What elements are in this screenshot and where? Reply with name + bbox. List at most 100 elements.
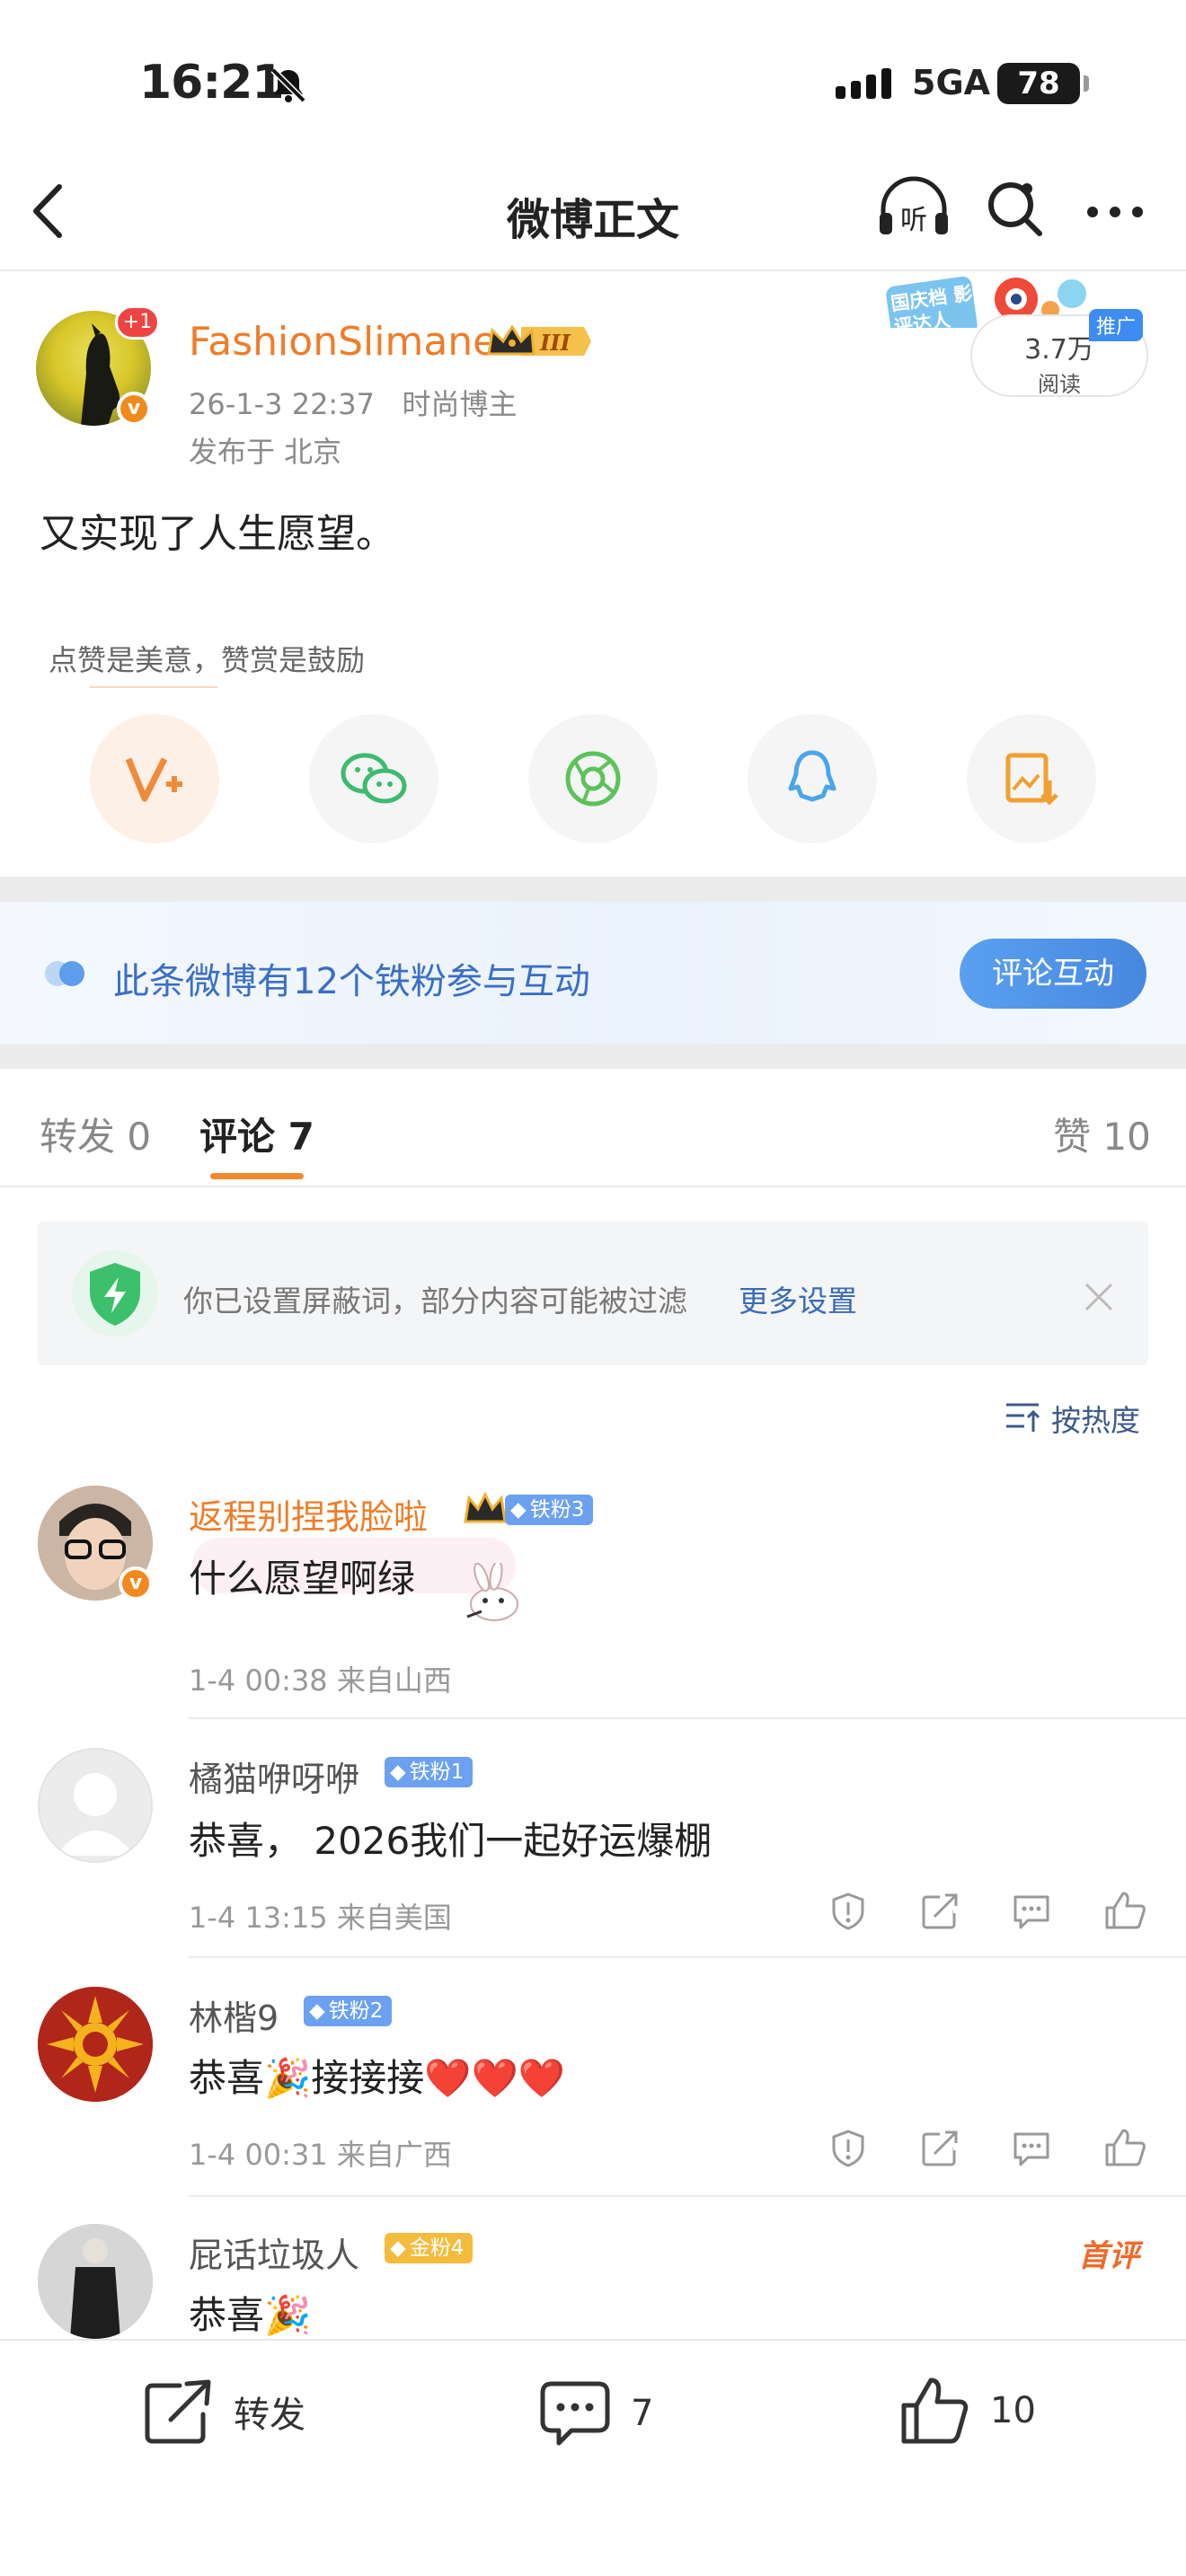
comment-divider: [189, 1717, 1186, 1719]
repost-button[interactable]: 转发: [144, 2378, 305, 2445]
signal-icon: [836, 66, 898, 102]
report-icon[interactable]: [828, 1892, 868, 1931]
post-category: 时尚博主: [402, 387, 518, 421]
share-comment-icon[interactable]: [920, 1892, 960, 1931]
repost-icon: [145, 2379, 211, 2444]
comment-author[interactable]: 屁话垃圾人: [189, 2228, 359, 2277]
like-button[interactable]: 10: [898, 2375, 1036, 2447]
qq-icon: [788, 750, 836, 802]
post-text: 又实现了人生愿望。: [40, 511, 395, 557]
sort-by-hot-button[interactable]: 按热度: [1051, 1397, 1140, 1440]
diamond-icon: ◆: [390, 1760, 406, 1784]
post-location: 发布于 北京: [189, 435, 342, 469]
fan-badge: ◆ 铁粉1: [385, 1757, 474, 1787]
share-moments-button[interactable]: [528, 714, 658, 843]
comment-avatar[interactable]: [38, 2224, 153, 2339]
crown-icon: [462, 1491, 509, 1527]
diamond-icon: ◆: [510, 1498, 527, 1522]
bunny-sticker-icon: [449, 1563, 530, 1626]
sort-icon[interactable]: [1005, 1401, 1042, 1434]
tab-likes-count: 10: [1102, 1115, 1151, 1159]
fan-badge: ◆ 铁粉3: [505, 1495, 594, 1525]
comment-interact-button[interactable]: 评论互动: [960, 939, 1146, 1009]
reward-button[interactable]: [90, 714, 219, 843]
vip-level: III: [539, 330, 571, 356]
fans-banner-text: 此条微博有12个铁粉参与互动: [113, 961, 590, 1002]
comment-text: 恭喜🎉: [189, 2293, 312, 2337]
fan-badge-label: 金粉4: [409, 2236, 465, 2260]
status-time: 16:21: [139, 56, 285, 110]
section-gap: [0, 877, 1186, 904]
shield-icon: [68, 1247, 162, 1340]
tab-repost[interactable]: 转发 0: [40, 1107, 151, 1161]
search-button[interactable]: [984, 178, 1047, 241]
close-icon[interactable]: [1083, 1281, 1115, 1313]
fan-badge: ◆ 铁粉2: [304, 1996, 393, 2026]
comment-text: 恭喜， 2026我们一起好运爆棚: [189, 1819, 712, 1863]
comment-author[interactable]: 返程别捏我脸啦: [189, 1489, 428, 1539]
verified-badge-icon: v: [117, 392, 151, 426]
tab-comments[interactable]: 评论 7: [199, 1107, 314, 1161]
reward-v-icon: [125, 757, 182, 802]
like-icon[interactable]: [1103, 1890, 1146, 1929]
comment-avatar[interactable]: [38, 1987, 153, 2102]
share-qq-button[interactable]: [748, 714, 877, 843]
nav-divider: [0, 269, 1186, 271]
wechat-icon: [341, 753, 407, 804]
comment-button[interactable]: 7: [539, 2378, 653, 2448]
like-icon[interactable]: [1103, 2127, 1146, 2166]
tabs-divider: [0, 1186, 1186, 1187]
save-image-icon: [1005, 753, 1058, 806]
tab-comments-label: 评论: [199, 1115, 276, 1159]
thumbs-up-icon: [901, 2378, 969, 2444]
section-gap: [0, 1044, 1186, 1069]
reply-icon[interactable]: [1012, 2129, 1051, 2168]
comment-author[interactable]: 林楷9: [189, 1990, 279, 2040]
post-meta: 26-1-3 22:37 时尚博主: [189, 382, 517, 423]
more-settings-link[interactable]: 更多设置: [739, 1277, 857, 1320]
tab-repost-count: 0: [127, 1115, 152, 1159]
comment-count: 7: [631, 2393, 654, 2434]
tab-repost-label: 转发: [40, 1115, 116, 1159]
network-label: 5GA: [912, 63, 991, 102]
tab-likes[interactable]: 赞 10: [1053, 1107, 1151, 1161]
gold-fan-badge: ◆ 金粉4: [385, 2233, 474, 2263]
diamond-icon: ◆: [390, 2236, 406, 2260]
comment-meta: 1-4 00:38 来自山西: [189, 1663, 452, 1698]
reward-tip-pointer: [90, 686, 217, 688]
fan-badge-label: 铁粉3: [529, 1498, 585, 1522]
like-count: 10: [990, 2390, 1036, 2431]
reward-tip: 点赞是美意，赞赏是鼓励: [49, 643, 366, 677]
first-comment-tag: 首评: [1078, 2238, 1139, 2274]
comment-meta: 1-4 00:31 来自广西: [189, 2138, 452, 2172]
read-count-label: 阅读: [1038, 372, 1081, 397]
tab-likes-label: 赞: [1053, 1115, 1092, 1159]
block-words-text: 你已设置屏蔽词，部分内容可能被过滤: [183, 1284, 687, 1319]
vip-crown-badge: III: [485, 322, 593, 361]
comment-text: 恭喜🎉接接接❤️❤️❤️: [189, 2056, 566, 2100]
repost-label: 转发: [234, 2395, 305, 2436]
comment-icon: [540, 2381, 610, 2446]
comment-divider: [189, 2195, 1186, 2197]
comment-author[interactable]: 橘猫咿呀咿: [189, 1751, 359, 1801]
author-name[interactable]: FashionSlimane: [189, 319, 497, 365]
comment-avatar[interactable]: [38, 1748, 153, 1863]
fans-banner-icon: [41, 957, 92, 990]
tab-comments-count: 7: [288, 1115, 314, 1159]
listen-icon-label: 听: [900, 205, 927, 236]
share-wechat-button[interactable]: [309, 714, 438, 843]
comment-divider: [189, 1956, 1186, 1958]
save-image-button[interactable]: [967, 714, 1096, 843]
post-timestamp: 26-1-3 22:37: [189, 387, 375, 421]
more-options-button[interactable]: [1085, 205, 1145, 219]
report-icon[interactable]: [828, 2129, 868, 2168]
reply-icon[interactable]: [1012, 1892, 1051, 1931]
battery-indicator: 78: [997, 63, 1089, 104]
fan-badge-label: 铁粉2: [328, 1999, 384, 2023]
moments-icon: [565, 751, 621, 807]
comment-meta: 1-4 13:15 来自美国: [189, 1901, 452, 1935]
share-comment-icon[interactable]: [920, 2129, 960, 2168]
active-tab-indicator: [210, 1173, 304, 1179]
comment-text: 什么愿望啊绿: [189, 1557, 416, 1601]
listen-button[interactable]: 听: [876, 175, 951, 242]
